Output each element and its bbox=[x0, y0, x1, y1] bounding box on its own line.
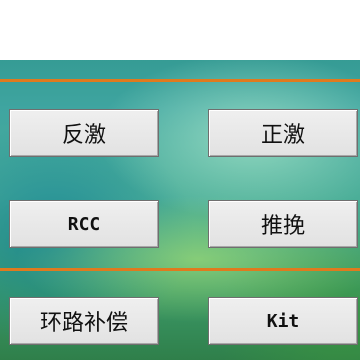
top-display-field bbox=[0, 0, 360, 60]
loop-compensation-button[interactable]: 环路补偿 bbox=[9, 297, 159, 345]
push-pull-button[interactable]: 推挽 bbox=[208, 200, 358, 248]
rcc-button[interactable]: RCC bbox=[9, 200, 159, 248]
divider-top bbox=[0, 79, 360, 82]
divider-bottom bbox=[0, 268, 360, 271]
flyback-button[interactable]: 反激 bbox=[9, 109, 159, 157]
forward-button[interactable]: 正激 bbox=[208, 109, 358, 157]
kit-button[interactable]: Kit bbox=[208, 297, 358, 345]
